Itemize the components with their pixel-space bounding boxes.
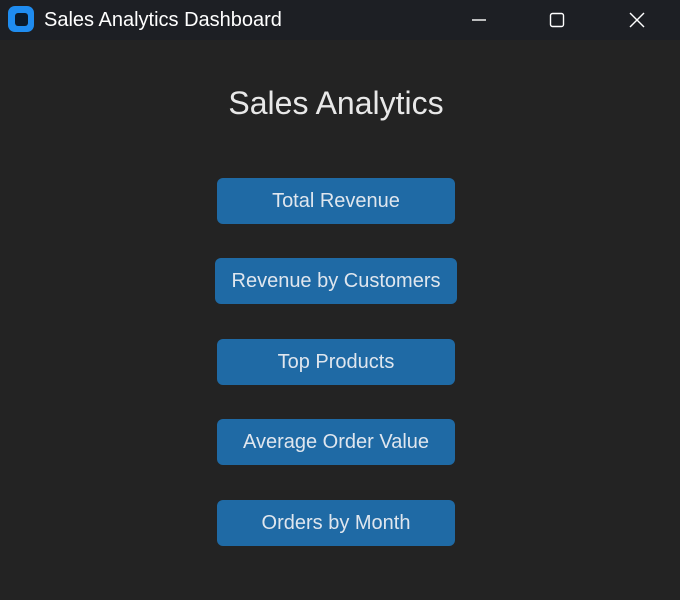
window-title: Sales Analytics Dashboard (44, 9, 282, 31)
minimize-button[interactable] (440, 0, 518, 40)
maximize-button[interactable] (518, 0, 596, 40)
close-icon (629, 12, 645, 28)
page-title: Sales Analytics (228, 85, 444, 121)
maximize-icon (549, 12, 565, 28)
title-bar[interactable]: Sales Analytics Dashboard (0, 0, 680, 40)
close-button[interactable] (598, 0, 676, 40)
orders-by-month-button[interactable]: Orders by Month (217, 500, 455, 546)
total-revenue-button[interactable]: Total Revenue (217, 178, 455, 224)
app-icon (8, 6, 34, 32)
app-window: Sales Analytics Dashboard Sales Analytic… (0, 0, 680, 600)
minimize-icon (472, 19, 486, 21)
average-order-value-button[interactable]: Average Order Value (217, 419, 455, 465)
top-products-button[interactable]: Top Products (217, 339, 455, 385)
revenue-by-customers-button[interactable]: Revenue by Customers (215, 258, 457, 304)
